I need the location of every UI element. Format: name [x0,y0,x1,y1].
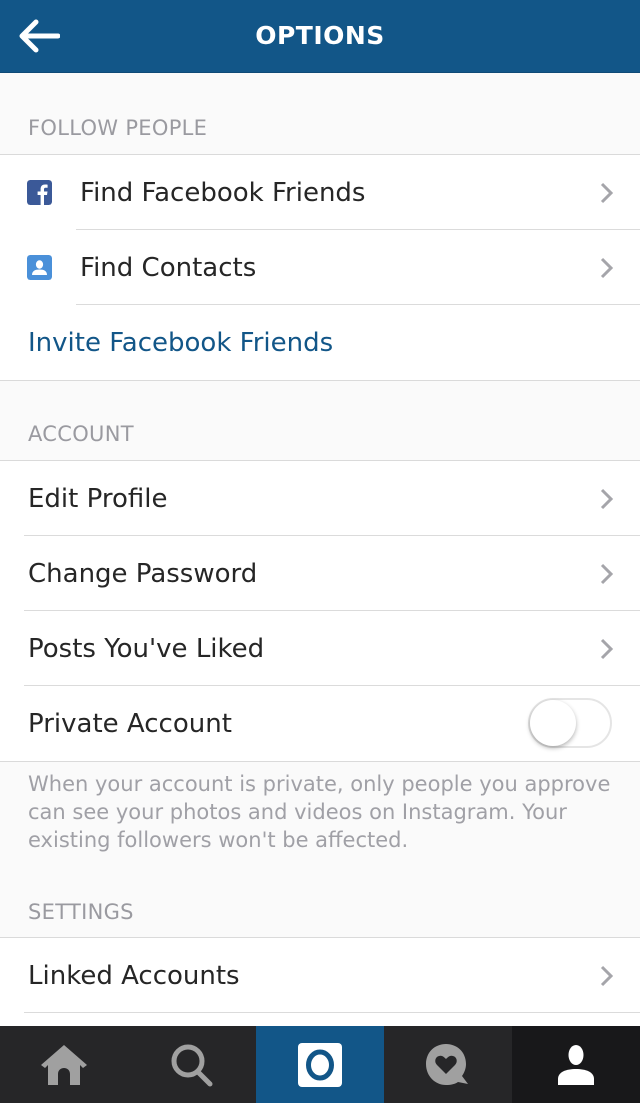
invite-facebook-friends-link[interactable]: Invite Facebook Friends [0,305,640,380]
chevron-right-icon [600,965,614,987]
find-facebook-friends-row[interactable]: Find Facebook Friends [0,155,640,230]
chevron-right-icon [600,257,614,279]
chevron-right-icon [600,638,614,660]
private-account-row: Private Account [0,686,640,761]
tab-camera[interactable] [256,1026,384,1103]
private-account-description: When your account is private, only peopl… [28,772,611,852]
edit-profile-label: Edit Profile [28,483,168,514]
linked-accounts-label: Linked Accounts [28,960,240,991]
facebook-icon [27,180,52,205]
find-facebook-friends-label: Find Facebook Friends [80,177,366,208]
bottom-tab-bar [0,1026,640,1103]
nav-header: OPTIONS [0,0,640,73]
tab-search[interactable] [128,1026,256,1103]
section-label-account: ACCOUNT [28,422,134,446]
linked-accounts-row[interactable]: Linked Accounts [0,938,640,1013]
toggle-knob [530,700,576,746]
section-label-settings: SETTINGS [28,900,134,924]
profile-icon [558,1044,594,1085]
chevron-right-icon [600,182,614,204]
change-password-label: Change Password [28,558,258,589]
private-account-toggle[interactable] [528,698,612,748]
heart-bubble-icon [426,1043,468,1085]
find-contacts-label: Find Contacts [80,252,257,283]
find-contacts-row[interactable]: Find Contacts [0,230,640,305]
chevron-right-icon [600,488,614,510]
camera-icon [298,1042,342,1087]
search-icon [171,1044,213,1086]
private-account-label: Private Account [28,708,232,739]
posts-youve-liked-row[interactable]: Posts You've Liked [0,611,640,686]
edit-profile-row[interactable]: Edit Profile [0,461,640,536]
home-icon [41,1044,87,1085]
tab-profile[interactable] [512,1026,640,1103]
account-group: Edit Profile Change Password Posts You'v… [0,460,640,762]
contact-icon [27,255,52,280]
section-label-follow-people: FOLLOW PEOPLE [28,116,208,140]
tab-home[interactable] [0,1026,128,1103]
tab-activity[interactable] [384,1026,512,1103]
chevron-right-icon [600,563,614,585]
posts-youve-liked-label: Posts You've Liked [28,633,265,664]
page-title: OPTIONS [255,21,385,50]
settings-group: Linked Accounts [0,937,640,1027]
follow-people-group: Find Facebook Friends Find Contacts Invi… [0,154,640,381]
change-password-row[interactable]: Change Password [0,536,640,611]
invite-facebook-friends-label: Invite Facebook Friends [28,327,334,358]
